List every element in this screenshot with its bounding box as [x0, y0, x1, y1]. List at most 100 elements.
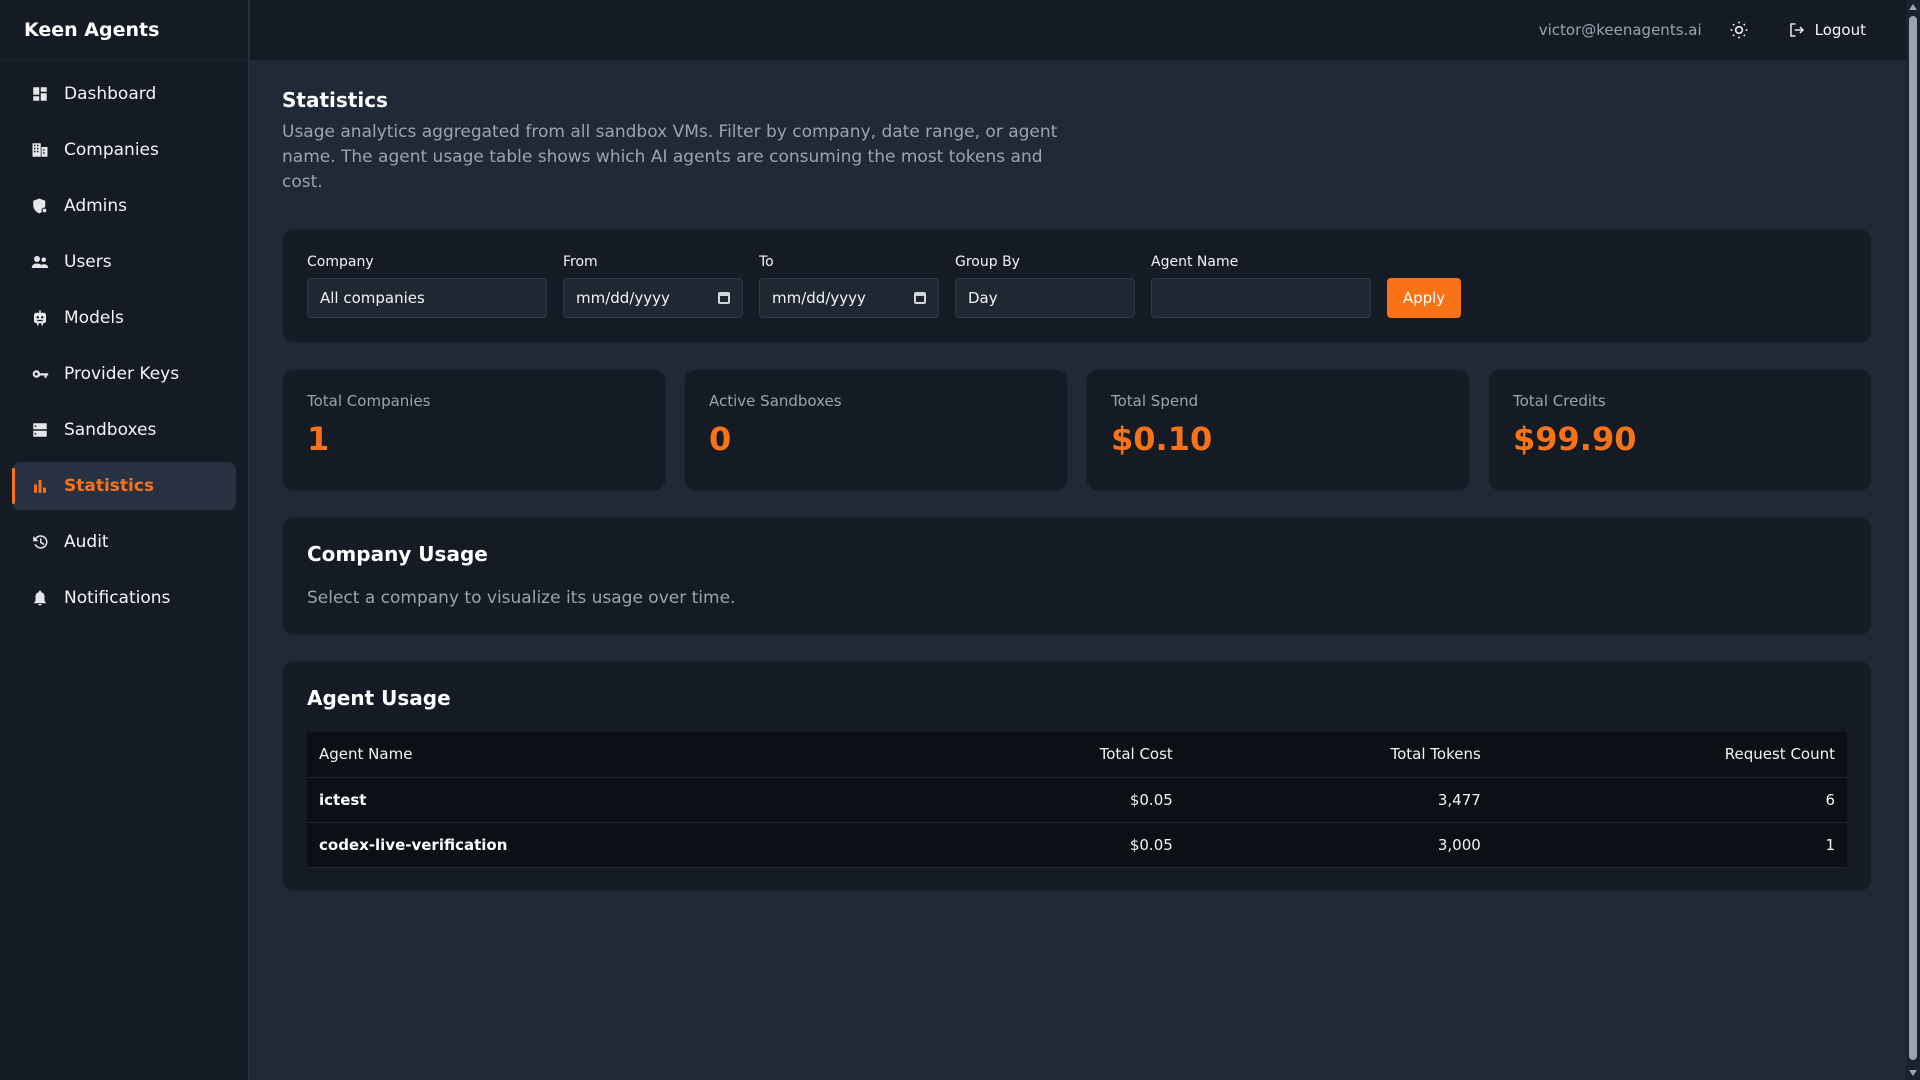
calendar-icon[interactable]	[914, 292, 926, 304]
history-icon	[30, 532, 50, 552]
sidebar: Keen Agents Dashboard Companies Admins U…	[0, 0, 249, 1080]
from-date-value: mm/dd/yyyy	[576, 289, 670, 307]
bar-chart-icon	[30, 476, 50, 496]
total-tokens-cell: 3,000	[1184, 822, 1493, 868]
group-by-label: Group By	[955, 254, 1020, 270]
users-icon	[30, 252, 50, 272]
page-title: Statistics	[282, 88, 388, 112]
user-email: victor@keenagents.ai	[1538, 21, 1702, 39]
dashboard-icon	[30, 84, 50, 104]
bell-icon	[30, 588, 50, 608]
stat-value: 0	[709, 420, 732, 458]
agent-name-label: Agent Name	[1151, 254, 1239, 270]
company-usage-message: Select a company to visualize its usage …	[307, 588, 736, 608]
table-row[interactable]: codex-live-verification $0.05 3,000 1	[307, 822, 1847, 868]
company-usage-title: Company Usage	[307, 542, 488, 566]
page-scrollbar[interactable]	[1906, 0, 1920, 1080]
sidebar-item-label: Admins	[64, 196, 128, 216]
server-icon	[30, 420, 50, 440]
company-select[interactable]: All companies	[307, 278, 547, 318]
stat-label: Total Companies	[307, 392, 431, 410]
to-filter-label: To	[759, 254, 774, 270]
sidebar-item-dashboard[interactable]: Dashboard	[12, 70, 236, 118]
company-usage-panel: Company Usage Select a company to visual…	[282, 517, 1872, 635]
admin-shield-icon	[30, 196, 50, 216]
sidebar-item-label: Sandboxes	[64, 420, 157, 440]
column-header-agent-name[interactable]: Agent Name	[307, 732, 923, 778]
sidebar-item-provider-keys[interactable]: Provider Keys	[12, 350, 236, 398]
sidebar-item-statistics[interactable]: Statistics	[12, 462, 236, 510]
stat-value: $0.10	[1111, 420, 1213, 458]
sidebar-item-notifications[interactable]: Notifications	[12, 574, 236, 622]
agent-name-cell: ictest	[307, 777, 923, 823]
stats-row: Total Companies 1 Active Sandboxes 0 Tot…	[282, 369, 1872, 491]
to-date-input[interactable]: mm/dd/yyyy	[759, 278, 939, 318]
stat-label: Total Spend	[1111, 392, 1199, 410]
sidebar-item-label: Dashboard	[64, 84, 157, 104]
request-count-cell: 1	[1492, 822, 1847, 868]
scroll-down-arrow[interactable]	[1909, 1070, 1917, 1076]
sidebar-item-sandboxes[interactable]: Sandboxes	[12, 406, 236, 454]
sidebar-item-users[interactable]: Users	[12, 238, 236, 286]
to-filter: To mm/dd/yyyy	[759, 254, 939, 318]
company-filter: Company All companies	[307, 254, 547, 318]
sidebar-item-audit[interactable]: Audit	[12, 518, 236, 566]
agent-name-input[interactable]	[1151, 278, 1371, 318]
sidebar-item-label: Users	[64, 252, 112, 272]
stat-card-total-companies: Total Companies 1	[282, 369, 666, 491]
brand-logo[interactable]: Keen Agents	[0, 0, 248, 60]
sidebar-item-models[interactable]: Models	[12, 294, 236, 342]
sun-icon	[1730, 21, 1747, 39]
sidebar-item-label: Notifications	[64, 588, 171, 608]
agent-usage-title: Agent Usage	[307, 686, 451, 710]
theme-toggle-button[interactable]	[1726, 17, 1752, 43]
page-description: Usage analytics aggregated from all sand…	[282, 122, 1058, 192]
stat-value: $99.90	[1513, 420, 1637, 458]
table-row[interactable]: ictest $0.05 3,477 6	[307, 777, 1847, 823]
scroll-thumb[interactable]	[1909, 16, 1917, 1060]
from-filter-label: From	[563, 254, 598, 270]
column-header-request-count[interactable]: Request Count	[1492, 732, 1847, 778]
calendar-icon[interactable]	[718, 292, 730, 304]
apply-button[interactable]: Apply	[1387, 278, 1461, 318]
sidebar-item-companies[interactable]: Companies	[12, 126, 236, 174]
sidebar-item-label: Audit	[64, 532, 109, 552]
agent-usage-panel: Agent Usage Agent Name Total Cost Total …	[282, 661, 1872, 891]
company-filter-label: Company	[307, 254, 374, 270]
sidebar-item-label: Statistics	[64, 476, 155, 496]
logout-label: Logout	[1814, 21, 1866, 39]
topbar: victor@keenagents.ai Logout	[250, 0, 1906, 60]
sidebar-item-label: Companies	[64, 140, 159, 160]
agent-name-filter: Agent Name	[1151, 254, 1371, 318]
stat-label: Total Credits	[1513, 392, 1606, 410]
to-date-value: mm/dd/yyyy	[772, 289, 866, 307]
logout-button[interactable]: Logout	[1788, 21, 1866, 39]
sidebar-item-label: Provider Keys	[64, 364, 180, 384]
main-content: Statistics Usage analytics aggregated fr…	[282, 60, 1872, 891]
sidebar-item-label: Models	[64, 308, 124, 328]
from-filter: From mm/dd/yyyy	[563, 254, 743, 318]
table-header-row: Agent Name Total Cost Total Tokens Reque…	[307, 732, 1847, 778]
filter-panel: Company All companies From mm/dd/yyyy To…	[282, 229, 1872, 343]
column-header-total-tokens[interactable]: Total Tokens	[1184, 732, 1493, 778]
column-header-total-cost[interactable]: Total Cost	[923, 732, 1185, 778]
agent-usage-table: Agent Name Total Cost Total Tokens Reque…	[307, 732, 1847, 868]
sidebar-item-admins[interactable]: Admins	[12, 182, 236, 230]
group-by-select[interactable]: Day	[955, 278, 1135, 318]
total-cost-cell: $0.05	[923, 822, 1185, 868]
logout-icon	[1789, 23, 1804, 37]
robot-icon	[30, 308, 50, 328]
group-by-filter: Group By Day	[955, 254, 1135, 318]
agent-name-cell: codex-live-verification	[307, 822, 923, 868]
stat-card-total-spend: Total Spend $0.10	[1086, 369, 1470, 491]
stat-card-active-sandboxes: Active Sandboxes 0	[684, 369, 1068, 491]
building-icon	[30, 140, 50, 160]
stat-label: Active Sandboxes	[709, 392, 842, 410]
sidebar-nav: Dashboard Companies Admins Users Models	[0, 60, 248, 640]
request-count-cell: 6	[1492, 777, 1847, 823]
stat-value: 1	[307, 420, 330, 458]
stat-card-total-credits: Total Credits $99.90	[1488, 369, 1872, 491]
from-date-input[interactable]: mm/dd/yyyy	[563, 278, 743, 318]
scroll-up-arrow[interactable]	[1909, 4, 1917, 10]
total-cost-cell: $0.05	[923, 777, 1185, 823]
